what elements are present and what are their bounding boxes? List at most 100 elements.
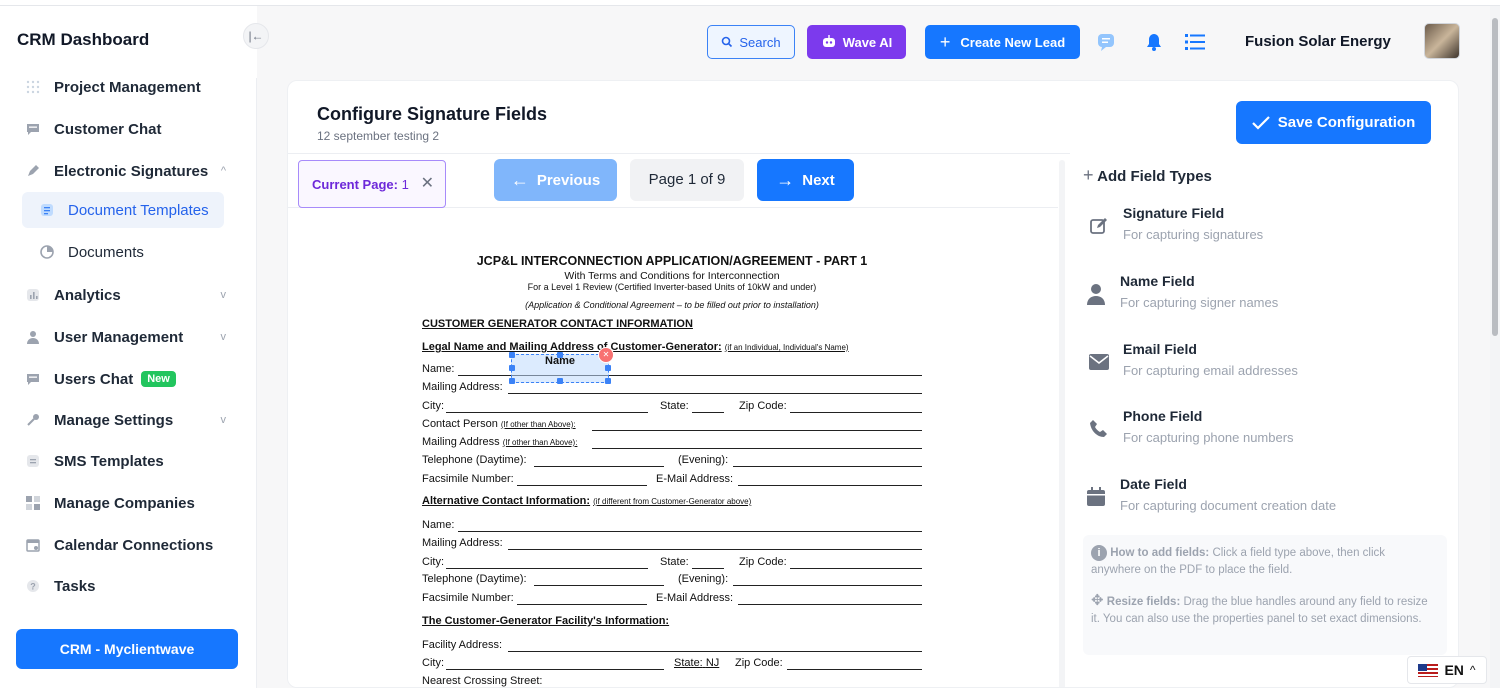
- sidebar-item-label: Tasks: [54, 577, 96, 595]
- plus-icon: +: [1083, 165, 1094, 185]
- pdf-alt-note: (if different from Customer-Generator ab…: [593, 497, 752, 506]
- avatar[interactable]: [1424, 23, 1460, 59]
- create-new-lead-button[interactable]: + Create New Lead: [925, 25, 1080, 59]
- sidebar-item-calendar-connections[interactable]: Calendar Connections: [22, 527, 232, 563]
- current-page-value: 1: [401, 176, 409, 192]
- pdf-rule: [790, 412, 922, 413]
- chevron-down-icon: v: [220, 414, 227, 426]
- pdf-rule: [446, 412, 648, 413]
- page-scrollbar[interactable]: [1490, 6, 1500, 688]
- resize-handle[interactable]: [557, 378, 563, 384]
- app-title: CRM Dashboard: [17, 30, 150, 49]
- pdf-fax: Facsimile Number:: [422, 473, 514, 485]
- calendar-icon: [1083, 484, 1109, 510]
- pdf-rule: [508, 549, 922, 550]
- wrench-icon: [22, 411, 44, 429]
- resize-handle[interactable]: [509, 352, 515, 358]
- sidebar-item-documents[interactable]: Documents: [22, 234, 224, 270]
- pdf-state3-line: State: NJ: [674, 657, 719, 670]
- pdf-state2: State:: [660, 556, 689, 568]
- sidebar-item-user-management[interactable]: User Management v: [22, 319, 232, 355]
- close-icon[interactable]: ✕: [421, 173, 434, 193]
- field-type-desc: For capturing email addresses: [1123, 363, 1298, 378]
- wave-ai-button[interactable]: Wave AI: [807, 25, 906, 59]
- pdf-rule: [534, 585, 664, 586]
- pdf-page[interactable]: JCP&L INTERCONNECTION APPLICATION/AGREEM…: [422, 254, 922, 687]
- sidebar: CRM Dashboard Project Management Custome…: [0, 6, 257, 688]
- pdf-rule: [517, 485, 647, 486]
- move-icon: ✥: [1091, 592, 1104, 609]
- name-field-type[interactable]: Name Field For capturing signer names: [1086, 269, 1426, 325]
- svg-text:?: ?: [30, 582, 36, 592]
- previous-button[interactable]: ← Previous: [494, 159, 617, 201]
- scrollbar-thumb[interactable]: [1492, 18, 1498, 336]
- chevron-up-icon: ^: [1469, 663, 1476, 677]
- pdf-rule: [790, 568, 922, 569]
- sidebar-item-label: Analytics: [54, 286, 121, 304]
- pdf-evening2: (Evening):: [678, 573, 729, 585]
- pdf-facility-addr: Facility Address:: [422, 639, 503, 651]
- sidebar-item-electronic-signatures[interactable]: Electronic Signatures ^: [22, 153, 232, 189]
- create-lead-label: Create New Lead: [960, 34, 1066, 50]
- language-selector[interactable]: EN ^: [1407, 656, 1487, 684]
- sidebar-item-label: Customer Chat: [54, 120, 162, 138]
- resize-handle[interactable]: [509, 378, 515, 384]
- sidebar-item-project-management[interactable]: Project Management: [22, 69, 232, 105]
- language-code: EN: [1444, 662, 1464, 678]
- pdf-state3-value: NJ: [705, 657, 720, 669]
- chat-bubble-icon[interactable]: [1095, 31, 1117, 53]
- us-flag-icon: [1418, 663, 1439, 677]
- pdf-viewer: Current Page: 1 ✕ ← Previous Page 1 of 9…: [288, 153, 1070, 687]
- field-type-desc: For capturing signer names: [1120, 295, 1279, 310]
- signature-field-type[interactable]: Signature Field For capturing signatures: [1086, 201, 1426, 257]
- resize-handle[interactable]: [557, 352, 563, 358]
- list-icon[interactable]: [1184, 31, 1206, 53]
- next-button[interactable]: → Next: [757, 159, 854, 201]
- calendar-icon: [22, 536, 44, 554]
- pdf-rule: [446, 669, 664, 670]
- pdf-legal: Legal Name and Mailing Address of Custom…: [422, 341, 722, 353]
- date-field-type[interactable]: Date Field For capturing document creati…: [1086, 472, 1426, 528]
- email-field-type[interactable]: Email Field For capturing email addresse…: [1086, 337, 1426, 393]
- resize-handle[interactable]: [509, 365, 515, 371]
- configure-card: Configure Signature Fields 12 september …: [287, 80, 1459, 688]
- viewer-scrollbar[interactable]: [1059, 160, 1065, 687]
- save-configuration-button[interactable]: Save Configuration: [1236, 101, 1431, 144]
- resize-handle[interactable]: [605, 365, 611, 371]
- sidebar-item-manage-settings[interactable]: Manage Settings v: [22, 402, 232, 438]
- page-navigation: Current Page: 1 ✕ ← Previous Page 1 of 9…: [288, 154, 1058, 208]
- search-label: Search: [739, 34, 781, 50]
- list-doc-icon: [36, 201, 58, 219]
- pdf-email: E-Mail Address:: [656, 473, 734, 485]
- resize-handle[interactable]: [605, 378, 611, 384]
- field-type-name: Email Field: [1123, 341, 1197, 357]
- delete-field-icon[interactable]: ✕: [598, 347, 614, 363]
- pdf-email2: E-Mail Address:: [656, 592, 734, 604]
- arrow-right-icon: →: [776, 169, 795, 190]
- wave-ai-label: Wave AI: [842, 34, 893, 50]
- sidebar-item-tasks[interactable]: ? Tasks: [22, 568, 232, 604]
- pdf-rule: [787, 669, 922, 670]
- pdf-zip2: Zip Code:: [739, 556, 787, 568]
- phone-field-type[interactable]: Phone Field For capturing phone numbers: [1086, 404, 1426, 460]
- pdf-rule: [458, 531, 922, 532]
- pdf-contact-note: (If other than Above):: [500, 420, 576, 429]
- bell-icon[interactable]: [1143, 31, 1165, 53]
- placed-name-field[interactable]: Name: [509, 352, 611, 384]
- crm-myclientwave-button[interactable]: CRM - Myclientwave: [16, 629, 238, 669]
- panel-title: Add Field Types: [1097, 168, 1212, 185]
- sidebar-item-users-chat[interactable]: Users Chat New: [22, 361, 232, 397]
- sidebar-item-analytics[interactable]: Analytics v: [22, 277, 232, 313]
- robot-icon: [822, 35, 835, 47]
- collapse-sidebar-icon[interactable]: |←: [243, 23, 269, 49]
- chat-icon: [22, 120, 44, 138]
- sidebar-item-sms-templates[interactable]: SMS Templates: [22, 443, 232, 479]
- sidebar-item-customer-chat[interactable]: Customer Chat: [22, 111, 232, 147]
- chevron-down-icon: v: [220, 289, 227, 301]
- sidebar-item-document-templates[interactable]: Document Templates: [22, 192, 224, 228]
- search-button[interactable]: Search: [707, 25, 795, 59]
- sidebar-item-manage-companies[interactable]: Manage Companies: [22, 485, 232, 521]
- page-title: Configure Signature Fields: [317, 104, 548, 124]
- pdf-zip3: Zip Code:: [735, 657, 783, 669]
- sidebar-item-label: Users Chat: [54, 370, 134, 388]
